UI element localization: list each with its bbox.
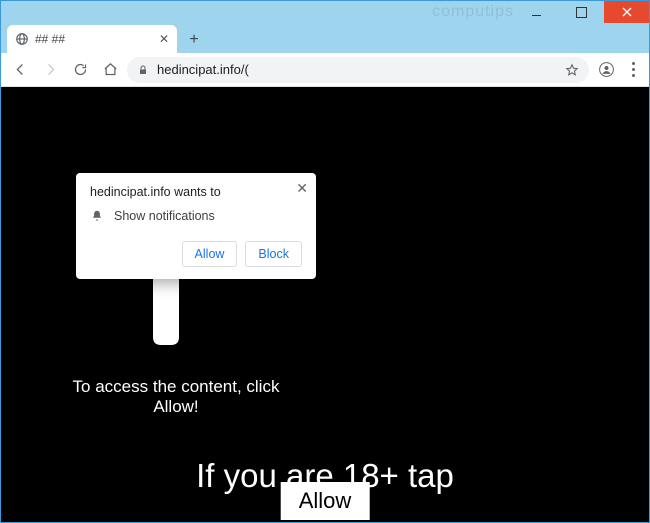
forward-button[interactable] bbox=[37, 57, 63, 83]
home-button[interactable] bbox=[97, 57, 123, 83]
popup-request-label: Show notifications bbox=[114, 209, 215, 223]
window-maximize-button[interactable] bbox=[559, 1, 604, 23]
popup-allow-button[interactable]: Allow bbox=[182, 241, 238, 267]
new-tab-button[interactable]: + bbox=[181, 27, 207, 53]
popup-origin-text: hedincipat.info wants to bbox=[90, 185, 302, 199]
bell-icon bbox=[90, 209, 104, 223]
watermark-text: computips bbox=[432, 1, 514, 23]
profile-button[interactable] bbox=[593, 57, 619, 83]
window-title-bar: computips bbox=[1, 1, 649, 23]
reload-button[interactable] bbox=[67, 57, 93, 83]
bookmark-star-icon[interactable] bbox=[565, 63, 579, 77]
page-allow-button[interactable]: Allow bbox=[281, 482, 370, 520]
address-bar[interactable]: hedincipat.info/( bbox=[127, 57, 589, 83]
popup-block-button[interactable]: Block bbox=[245, 241, 302, 267]
avatar-icon bbox=[599, 62, 614, 77]
browser-tab[interactable]: ## ## ✕ bbox=[7, 25, 177, 53]
url-text: hedincipat.info/( bbox=[157, 62, 557, 77]
back-button[interactable] bbox=[7, 57, 33, 83]
tab-strip: ## ## ✕ + bbox=[1, 23, 649, 53]
window-minimize-button[interactable] bbox=[514, 1, 559, 23]
window-controls bbox=[514, 1, 649, 23]
tab-close-icon[interactable]: ✕ bbox=[159, 32, 169, 46]
window-close-button[interactable] bbox=[604, 1, 649, 23]
popup-close-icon[interactable]: ✕ bbox=[296, 181, 308, 195]
page-content: To access the content, click Allow! If y… bbox=[1, 87, 649, 522]
access-instruction-text: To access the content, click Allow! bbox=[61, 377, 291, 418]
lock-icon bbox=[137, 64, 149, 76]
notification-permission-popup: ✕ hedincipat.info wants to Show notifica… bbox=[76, 173, 316, 279]
browser-toolbar: hedincipat.info/( bbox=[1, 53, 649, 87]
tab-title: ## ## bbox=[35, 32, 153, 46]
globe-icon bbox=[15, 32, 29, 46]
menu-button[interactable] bbox=[623, 62, 643, 77]
